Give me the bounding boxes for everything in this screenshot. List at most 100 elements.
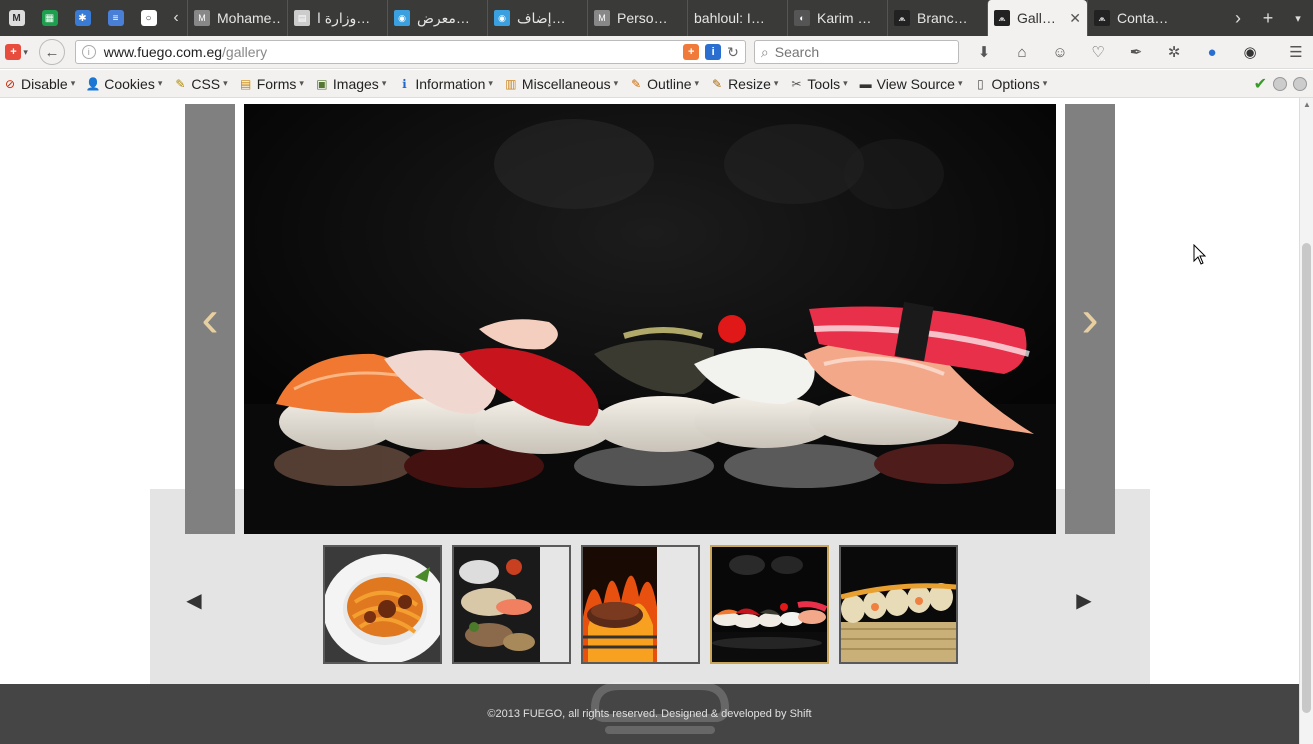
docs-icon: ≡ — [107, 10, 124, 26]
search-box[interactable]: ⌕ — [753, 40, 959, 64]
url-path: /gallery — [222, 44, 268, 60]
dev-menu-label: Disable — [21, 75, 68, 92]
sushi-rolls-thumbnail-image — [841, 547, 956, 662]
dev-menu-tools[interactable]: ✂ Tools ▾ — [788, 76, 847, 92]
chevron-down-icon[interactable]: ▾ — [1283, 12, 1313, 25]
mostaql-watermark-logo — [590, 682, 730, 734]
dev-menu-label: Cookies — [104, 75, 155, 92]
tools-icon: ✂ — [791, 76, 802, 91]
reload-icon[interactable]: ↻ — [727, 44, 739, 61]
addon-plus-icon[interactable]: + — [683, 44, 700, 60]
addon-info-icon[interactable]: i — [705, 44, 722, 60]
pinned-tab[interactable]: M — [0, 0, 33, 36]
chevron-down-icon: ▾ — [957, 78, 963, 88]
dev-menu-view-source[interactable]: ▬ View Source ▾ — [858, 76, 963, 92]
tab-active[interactable]: ⩕ Gall… ✕ — [987, 0, 1087, 36]
dev-menu-outline[interactable]: ✎ Outline ▾ — [628, 76, 699, 92]
chevron-down-icon: ▾ — [773, 78, 779, 88]
resize-icon: ✎ — [712, 76, 723, 91]
chevron-down-icon: ▾ — [223, 78, 228, 88]
thumb-grill-steak[interactable] — [581, 545, 700, 664]
dev-menu-forms[interactable]: ▤ Forms ▾ — [238, 76, 304, 92]
information-icon: ℹ — [402, 76, 407, 91]
document-icon: ▤ — [294, 10, 310, 26]
tab[interactable]: M Mohame… — [187, 0, 287, 36]
emoji-icon[interactable]: ☺ — [1047, 39, 1073, 65]
search-input[interactable] — [774, 44, 945, 60]
tab-label: Conta… — [1117, 10, 1169, 26]
tab-label: Perso… — [617, 10, 668, 26]
tab[interactable]: M Perso… — [587, 0, 687, 36]
dev-menu-disable[interactable]: ⊘ Disable ▾ — [2, 76, 75, 92]
back-button[interactable]: ← — [39, 39, 65, 65]
tab-label: Karim … — [817, 10, 872, 26]
chevron-right-icon: › — [1081, 290, 1099, 348]
thumbnails-prev-button[interactable]: ◀ — [182, 588, 206, 612]
hamburger-menu-icon[interactable]: ☰ — [1283, 39, 1309, 65]
css-icon: ✎ — [175, 76, 186, 91]
gallery-main-image — [244, 104, 1056, 534]
pocket-icon[interactable]: ♡ — [1085, 39, 1111, 65]
colorpicker-icon[interactable]: ◉ — [1237, 39, 1263, 65]
url-bar[interactable]: i www.fuego.com.eg/gallery + i ↻ — [74, 40, 746, 64]
dev-menu-options[interactable]: ▯ Options ▾ — [972, 76, 1047, 92]
forms-icon: ▤ — [240, 76, 252, 91]
dev-menu-css[interactable]: ✎ CSS ▾ — [172, 76, 227, 92]
dev-menu-images[interactable]: ▣ Images ▾ — [314, 76, 386, 92]
gallery-prev-button[interactable]: ‹ — [185, 104, 235, 534]
tab[interactable]: ⩕ Branc… — [887, 0, 987, 36]
dev-menu-cookies[interactable]: 👤 Cookies ▾ — [85, 75, 163, 92]
tab[interactable]: ⩕ Conta… — [1087, 0, 1187, 36]
chevron-down-icon: ▾ — [381, 78, 387, 88]
pinned-tab[interactable]: ✱ — [66, 0, 99, 36]
site-info-icon[interactable]: i — [81, 45, 96, 59]
checkmark-icon[interactable]: ✔ — [1254, 74, 1267, 94]
tabs-scroll-right-button[interactable]: › — [1223, 8, 1253, 29]
tab[interactable]: ◐ Karim … — [787, 0, 887, 36]
dev-menu-label: Outline — [647, 75, 692, 92]
thumb-sushi-rolls[interactable] — [839, 545, 958, 664]
olx-icon: ○ — [140, 10, 157, 26]
status-circle-icon[interactable] — [1273, 76, 1287, 91]
web-developer-toolbar: ⊘ Disable ▾ 👤 Cookies ▾ ✎ CSS ▾ ▤ Forms ▾ ▣ Images ▾ ℹ I… — [0, 70, 1313, 98]
dev-menu-information[interactable]: ℹ Information ▾ — [396, 76, 493, 92]
pinned-tab[interactable]: ○ — [132, 0, 165, 36]
triangle-left-icon: ◀ — [186, 589, 202, 612]
addon-menu-button[interactable]: + ▾ — [4, 39, 29, 65]
download-icon[interactable]: ⬇ — [971, 39, 997, 65]
tab[interactable]: ◉ إضاف… — [487, 0, 587, 36]
gmail-icon: M — [194, 10, 210, 26]
scroll-up-arrow-icon[interactable]: ▲ — [1300, 98, 1313, 110]
pinned-tab[interactable]: ▦ — [33, 0, 66, 36]
extension-icon[interactable]: ✲ — [1161, 39, 1187, 65]
dev-menu-label: Options — [991, 75, 1040, 92]
view-source-icon: ▬ — [859, 76, 872, 91]
pasta-thumbnail-image — [325, 547, 440, 662]
dev-menu-resize[interactable]: ✎ Resize ▾ — [709, 76, 778, 92]
new-tab-button[interactable]: + — [1253, 8, 1283, 29]
page-scrollbar[interactable]: ▲ — [1299, 98, 1313, 744]
tab[interactable]: ▤ وزارة ا… — [287, 0, 387, 36]
dev-menu-miscellaneous[interactable]: ▥ Miscellaneous ▾ — [503, 76, 618, 92]
gallery-next-button[interactable]: › — [1065, 104, 1115, 534]
pen-tool-icon[interactable]: ✒ — [1123, 39, 1149, 65]
thumb-sushi-platter[interactable] — [452, 545, 571, 664]
triangle-right-icon: ▶ — [1076, 589, 1092, 612]
globe-icon[interactable]: ● — [1199, 39, 1225, 65]
thumb-pasta[interactable] — [323, 545, 442, 664]
fuego-logo-icon: ⩕ — [1094, 10, 1110, 26]
cookies-icon: 👤 — [85, 76, 101, 91]
tabs-scroll-left-button[interactable]: ‹ — [165, 0, 187, 36]
tab[interactable]: bahloul: I… — [687, 0, 787, 36]
scrollbar-thumb[interactable] — [1302, 243, 1311, 713]
status-circle-icon[interactable] — [1293, 76, 1307, 91]
close-icon[interactable]: ✕ — [1069, 10, 1081, 27]
thumbnails-next-button[interactable]: ▶ — [1072, 588, 1096, 612]
pinned-tab[interactable]: ≡ — [99, 0, 132, 36]
home-icon[interactable]: ⌂ — [1009, 39, 1035, 65]
tab[interactable]: ◉ معرض… — [387, 0, 487, 36]
tab-bar-controls: › + ▾ — [1223, 0, 1313, 36]
outline-icon: ✎ — [631, 76, 642, 91]
options-icon: ▯ — [977, 76, 984, 91]
thumb-nigiri[interactable] — [710, 545, 829, 664]
